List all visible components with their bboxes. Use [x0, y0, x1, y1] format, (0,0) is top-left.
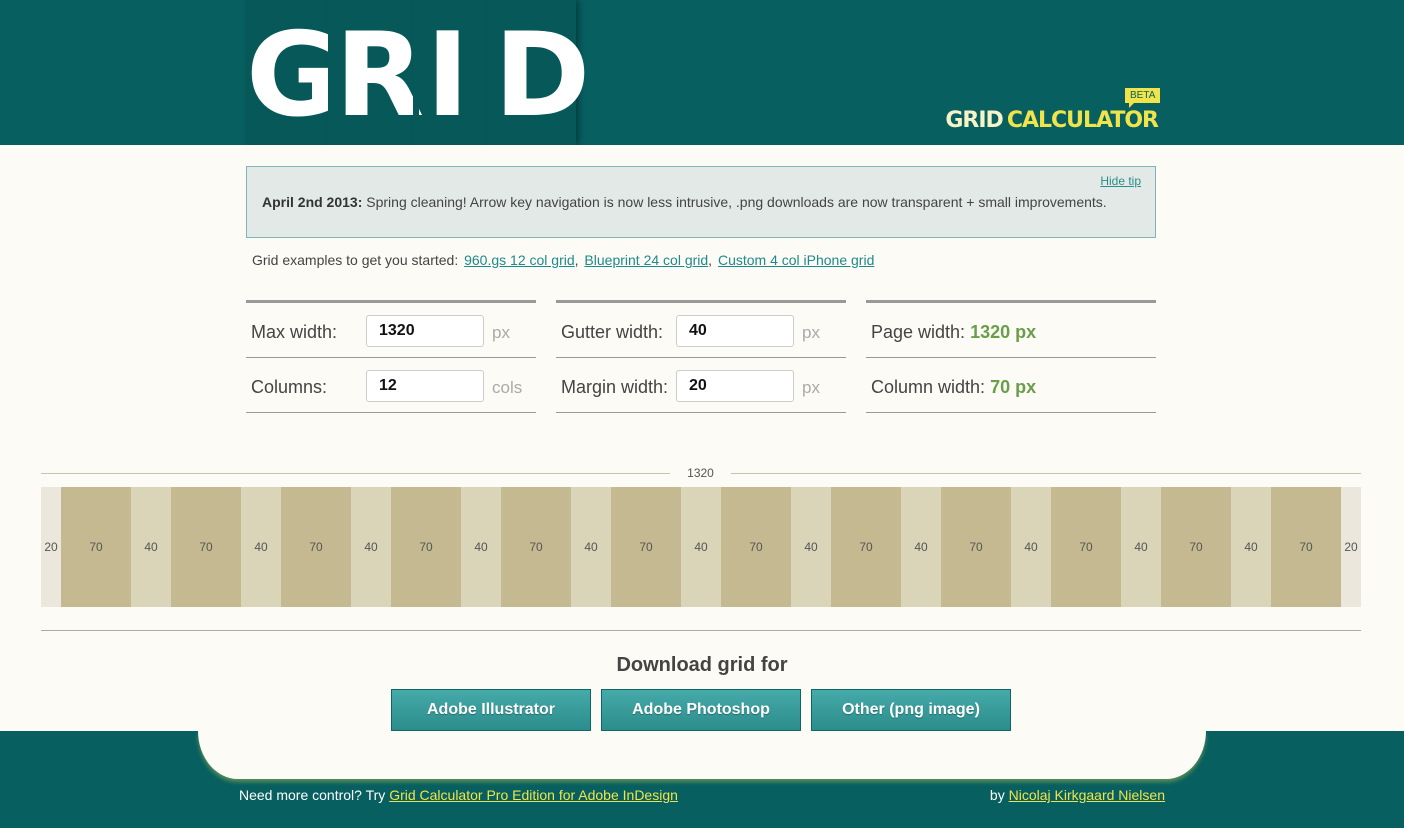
margin-width-unit: px [802, 378, 820, 397]
grid-column-cell: 70 [941, 487, 1011, 607]
grid-column-cell: 70 [171, 487, 241, 607]
tip-box: Hide tip April 2nd 2013: Spring cleaning… [246, 166, 1156, 238]
grid-gutter-cell: 40 [681, 487, 721, 607]
tip-message: Spring cleaning! Arrow key navigation is… [366, 194, 1107, 210]
column-width-row: Column width: 70 px [866, 358, 1156, 413]
columns-unit: cols [492, 378, 523, 397]
grid-column-cell: 70 [611, 487, 681, 607]
author-link[interactable]: Nicolaj Kirkgaard Nielsen [1009, 787, 1165, 803]
column-width-value: 70 px [990, 377, 1037, 397]
footer-credit: by Nicolaj Kirkgaard Nielsen [990, 787, 1165, 803]
grid-gutter-cell: 40 [571, 487, 611, 607]
example-blueprint-link[interactable]: Blueprint 24 col grid [584, 252, 708, 268]
grid-gutter-cell: 40 [351, 487, 391, 607]
logo-divider [413, 0, 419, 145]
grid-gutter-cell: 40 [461, 487, 501, 607]
page-width-result: Page width: 1320 px [871, 322, 1036, 343]
margin-width-label: Margin width: [561, 377, 669, 397]
gutter-width-unit: px [802, 323, 820, 342]
divider [41, 630, 1361, 631]
logo-divider [328, 0, 334, 145]
download-title: Download grid for [616, 654, 788, 676]
grid-column-cell: 70 [721, 487, 791, 607]
grid-margin-cell: 20 [41, 487, 61, 607]
logo-letter-d: D [494, 8, 591, 143]
ruler-line [41, 473, 670, 474]
ruler-line [731, 473, 1361, 474]
download-illustrator-button[interactable]: Adobe Illustrator [391, 689, 591, 731]
brand-part2: CALCULATOR [1006, 108, 1159, 133]
logo-letter-g: G [246, 8, 342, 143]
grid-gutter-cell: 40 [791, 487, 831, 607]
download-png-button[interactable]: Other (png image) [811, 689, 1011, 731]
grid-gutter-cell: 40 [1231, 487, 1271, 607]
columns-row: Columns: cols [246, 358, 536, 413]
column-width-label: Column width: [871, 377, 986, 397]
columns-label: Columns: [251, 377, 328, 397]
total-width-label: 1320 [687, 466, 714, 480]
footer-curve [198, 731, 1206, 779]
grid-column-cell: 70 [501, 487, 571, 607]
grid-gutter-cell: 40 [1121, 487, 1161, 607]
download-photoshop-button[interactable]: Adobe Photoshop [601, 689, 801, 731]
grid-gutter-cell: 40 [241, 487, 281, 607]
grid-gutter-cell: 40 [901, 487, 941, 607]
grid-column-cell: 70 [1161, 487, 1231, 607]
page-width-value: 1320 px [970, 322, 1037, 342]
grid-column-cell: 70 [1271, 487, 1341, 607]
grid-column-cell: 70 [831, 487, 901, 607]
tip-text: April 2nd 2013: Spring cleaning! Arrow k… [262, 194, 1107, 210]
grid-column-cell: 70 [391, 487, 461, 607]
grid-preview: 20 70 40 70 40 70 40 70 40 70 40 70 40 70 40 70 40 70 40 70… [41, 487, 1361, 607]
grid-margin-cell: 20 [1341, 487, 1361, 607]
max-width-unit: px [492, 323, 510, 342]
grid-examples: Grid examples to get you started: 960.gs… [252, 252, 875, 268]
footer-promo-text: Need more control? Try [239, 787, 386, 803]
site-header: G R I D GRID CALCULATOR BETA [0, 0, 1404, 145]
pro-edition-link[interactable]: Grid Calculator Pro Edition for Adobe In… [389, 787, 678, 803]
grid-column-cell: 70 [61, 487, 131, 607]
logo-divider [488, 0, 494, 145]
example-960gs-link[interactable]: 960.gs 12 col grid [464, 252, 575, 268]
tip-date: April 2nd 2013: [262, 194, 363, 210]
max-width-input[interactable] [366, 315, 484, 347]
example-iphone-link[interactable]: Custom 4 col iPhone grid [718, 252, 874, 268]
grid-gutter-cell: 40 [131, 487, 171, 607]
columns-input[interactable] [366, 370, 484, 402]
hide-tip-link[interactable]: Hide tip [1100, 174, 1141, 188]
grid-gutter-cell: 40 [1011, 487, 1051, 607]
margin-width-input[interactable] [676, 370, 794, 402]
grid-column-cell: 70 [281, 487, 351, 607]
beta-badge: BETA [1125, 88, 1161, 108]
brand-part1: GRID [945, 108, 1003, 133]
logo-letter-r: R [335, 8, 425, 143]
footer-promo: Need more control? Try Grid Calculator P… [239, 787, 678, 803]
page-width-row: Page width: 1320 px [866, 303, 1156, 358]
brand-wordmark: GRID CALCULATOR [945, 108, 1159, 133]
margin-row: Margin width: px [556, 358, 846, 413]
form-column-1: Max width: px Columns: cols [246, 300, 536, 413]
gutter-row: Gutter width: px [556, 303, 846, 358]
examples-intro: Grid examples to get you started: [252, 252, 459, 268]
logo-letter-i: I [426, 8, 470, 143]
column-width-result: Column width: 70 px [871, 377, 1036, 398]
gutter-width-label: Gutter width: [561, 322, 664, 342]
gutter-width-input[interactable] [676, 315, 794, 347]
form-column-2: Gutter width: px Margin width: px [556, 300, 846, 413]
page-width-label: Page width: [871, 322, 966, 342]
max-width-label: Max width: [251, 322, 338, 342]
max-width-row: Max width: px [246, 303, 536, 358]
footer-credit-text: by [989, 787, 1005, 803]
grid-column-cell: 70 [1051, 487, 1121, 607]
results-column: Page width: 1320 px Column width: 70 px [866, 300, 1156, 413]
